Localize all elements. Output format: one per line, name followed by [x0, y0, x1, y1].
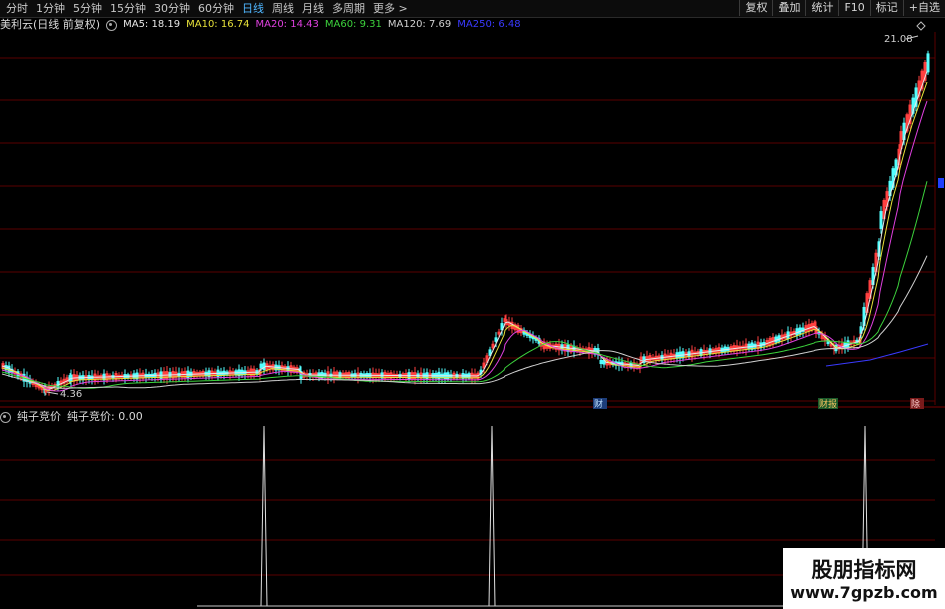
indicator-spikes	[260, 425, 869, 607]
price-scale-marker	[938, 178, 944, 188]
high-price-label: 21.08	[884, 34, 913, 45]
ma-line	[1, 181, 928, 389]
event-tag-3[interactable]: 除	[911, 398, 920, 410]
candle-body	[879, 211, 883, 229]
indicator-spike	[488, 425, 496, 607]
ma-line	[1, 100, 928, 392]
indicator-spike	[260, 425, 268, 607]
indicator-info-line: 纯子竞价 纯子竞价: 0.00	[0, 410, 143, 424]
candlesticks	[1, 50, 930, 396]
candle-body	[926, 53, 930, 73]
candle-body	[259, 363, 263, 369]
watermark-url: www.7gpzb.com	[790, 583, 938, 602]
candle-body	[599, 359, 603, 365]
candle-body	[262, 362, 266, 371]
ma-line	[1, 81, 928, 392]
candle-body	[494, 337, 498, 342]
event-tag-1[interactable]: 财	[594, 398, 603, 410]
watermark-title: 股朋指标网	[811, 558, 917, 582]
main-grid	[0, 57, 935, 402]
diamond-marker-icon	[916, 21, 926, 31]
indicator-value: 纯子竞价: 0.00	[67, 410, 143, 423]
indicator-settings-gear-icon[interactable]	[0, 412, 11, 423]
chart-canvas[interactable]: 21.08 4.36 财 财报 除	[0, 0, 945, 609]
indicator-name[interactable]: 纯子竞价	[17, 410, 61, 424]
event-tag-2[interactable]: 财报	[819, 398, 837, 410]
low-price-label: 4.36	[60, 389, 82, 400]
moving-average-lines	[1, 71, 929, 392]
watermark-box: 股朋指标网 www.7gpzb.com	[783, 548, 945, 609]
ma-line	[1, 255, 928, 389]
